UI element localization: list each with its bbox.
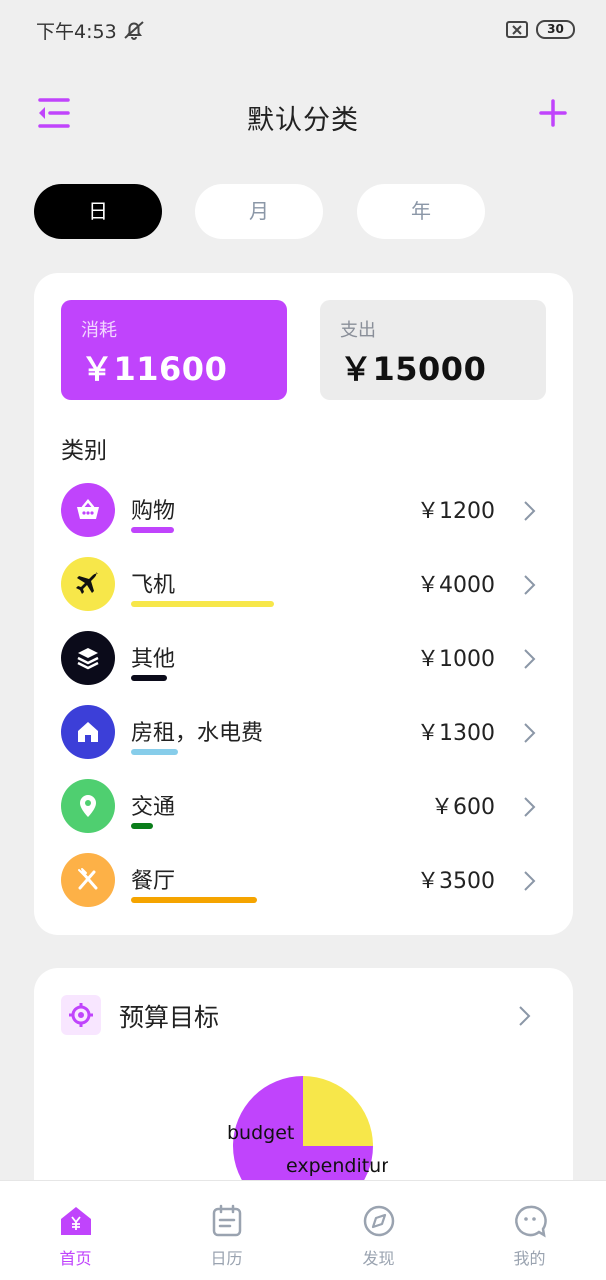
category-bar: [131, 823, 153, 829]
add-icon[interactable]: [538, 98, 568, 128]
summary-card: 消耗 ￥11600 支出 ￥15000 类别 购物 ￥1200 飞机 ￥4000: [34, 273, 573, 935]
category-name: 购物: [131, 499, 176, 524]
category-row-restaurant[interactable]: 餐厅 ￥3500: [61, 853, 551, 913]
category-bar: [131, 749, 178, 755]
home-yen-icon: [61, 1207, 91, 1235]
category-bar: [131, 527, 174, 533]
bell-muted-icon: [124, 21, 144, 40]
nav-calendar[interactable]: 日历: [151, 1181, 302, 1280]
nav-profile[interactable]: 我的: [454, 1181, 605, 1280]
period-tabs: 日 月 年: [0, 184, 606, 240]
category-amount: ￥3500: [417, 869, 495, 894]
compass-icon: [363, 1205, 395, 1237]
shopping-basket-icon: [61, 483, 115, 537]
expense-value: ￥15000: [340, 350, 487, 388]
app-header: 默认分类: [0, 80, 606, 150]
sim-x-icon: [506, 21, 528, 38]
category-name: 飞机: [131, 573, 176, 598]
nav-discover[interactable]: 发现: [303, 1181, 454, 1280]
pie-label-budget: budget: [227, 1122, 295, 1144]
nav-label: 我的: [513, 1249, 546, 1268]
consume-value: ￥11600: [81, 350, 228, 388]
chat-face-icon: [515, 1205, 547, 1238]
chevron-right-icon: [524, 575, 536, 595]
category-row-airplane[interactable]: 飞机 ￥4000: [61, 557, 551, 617]
chevron-right-icon: [524, 723, 536, 743]
nav-label: 日历: [210, 1249, 243, 1268]
location-pin-icon: [61, 779, 115, 833]
target-icon: [61, 995, 101, 1035]
nav-label: 首页: [59, 1249, 92, 1268]
layers-icon: [61, 631, 115, 685]
expense-summary[interactable]: 支出 ￥15000: [320, 300, 546, 400]
category-row-other[interactable]: 其他 ￥1000: [61, 631, 551, 691]
nav-home[interactable]: 首页: [0, 1181, 151, 1280]
category-bar: [131, 675, 167, 681]
category-row-rent-utilities[interactable]: 房租，水电费 ￥1300: [61, 705, 551, 765]
category-amount: ￥1000: [417, 647, 495, 672]
bottom-navigation: 首页 日历 发现 我的: [0, 1180, 606, 1280]
calendar-icon: [212, 1204, 242, 1237]
airplane-icon: [61, 557, 115, 611]
category-row-shopping[interactable]: 购物 ￥1200: [61, 483, 551, 543]
fork-knife-icon: [61, 853, 115, 907]
chevron-right-icon: [524, 871, 536, 891]
category-amount: ￥4000: [417, 573, 495, 598]
consume-label: 消耗: [81, 320, 117, 341]
chevron-right-icon[interactable]: [516, 1004, 532, 1028]
tab-day[interactable]: 日: [34, 184, 162, 239]
category-name: 餐厅: [131, 869, 176, 894]
tab-month[interactable]: 月: [195, 184, 323, 239]
category-amount: ￥1300: [417, 721, 495, 746]
page-title: 默认分类: [247, 105, 359, 136]
category-name: 交通: [131, 795, 176, 820]
category-bar: [131, 601, 274, 607]
category-amount: ￥600: [431, 795, 495, 820]
consume-summary[interactable]: 消耗 ￥11600: [61, 300, 287, 400]
battery-indicator: 30: [536, 20, 575, 39]
tab-year[interactable]: 年: [357, 184, 485, 239]
category-row-transport[interactable]: 交通 ￥600: [61, 779, 551, 839]
nav-label: 发现: [362, 1249, 395, 1268]
budget-title: 预算目标: [119, 1003, 220, 1032]
category-name: 房租，水电费: [131, 721, 264, 746]
pie-label-expenditure: expenditur: [286, 1155, 388, 1177]
chevron-right-icon: [524, 501, 536, 521]
category-name: 其他: [131, 647, 176, 672]
category-amount: ￥1200: [417, 499, 495, 524]
expense-label: 支出: [340, 320, 376, 341]
chevron-right-icon: [524, 649, 536, 669]
status-time: 下午4:53: [36, 21, 117, 43]
pie-slice-expenditure: [303, 1076, 373, 1146]
category-bar: [131, 897, 257, 903]
home-icon: [61, 705, 115, 759]
category-heading: 类别: [61, 438, 107, 464]
chevron-right-icon: [524, 797, 536, 817]
status-bar: 下午4:53 30: [0, 0, 606, 60]
